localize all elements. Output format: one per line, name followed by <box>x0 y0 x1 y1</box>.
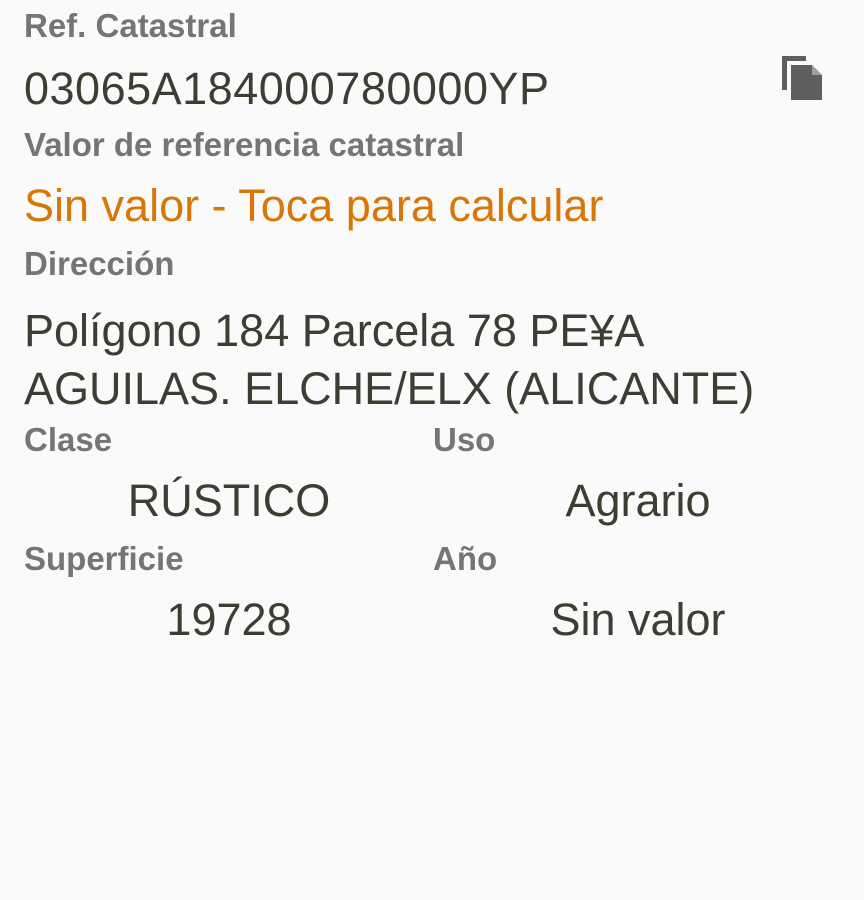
ano-value: Sin valor <box>550 594 726 645</box>
superficie-value: 19728 <box>166 594 292 645</box>
valor-referencia-calculate-link[interactable]: Sin valor - Toca para calcular <box>24 183 603 228</box>
direccion-value: Polígono 184 Parcela 78 PE¥A AGUILAS. EL… <box>24 305 755 414</box>
ref-catastral-label: Ref. Catastral <box>24 7 237 44</box>
uso-label: Uso <box>433 421 496 458</box>
ano-label: Año <box>433 540 498 577</box>
clase-value: RÚSTICO <box>127 475 331 526</box>
superficie-label: Superficie <box>24 540 184 577</box>
uso-value: Agrario <box>565 475 711 526</box>
ref-catastral-value: 03065A184000780000YP <box>24 63 550 114</box>
cadastral-details-screen: Ref. Catastral 03065A184000780000YP Valo… <box>0 0 864 900</box>
valor-referencia-label: Valor de referencia catastral <box>24 126 465 163</box>
copy-button[interactable] <box>778 52 826 104</box>
direccion-label: Dirección <box>24 245 175 282</box>
clase-label: Clase <box>24 421 113 458</box>
copy-icon <box>782 56 822 100</box>
